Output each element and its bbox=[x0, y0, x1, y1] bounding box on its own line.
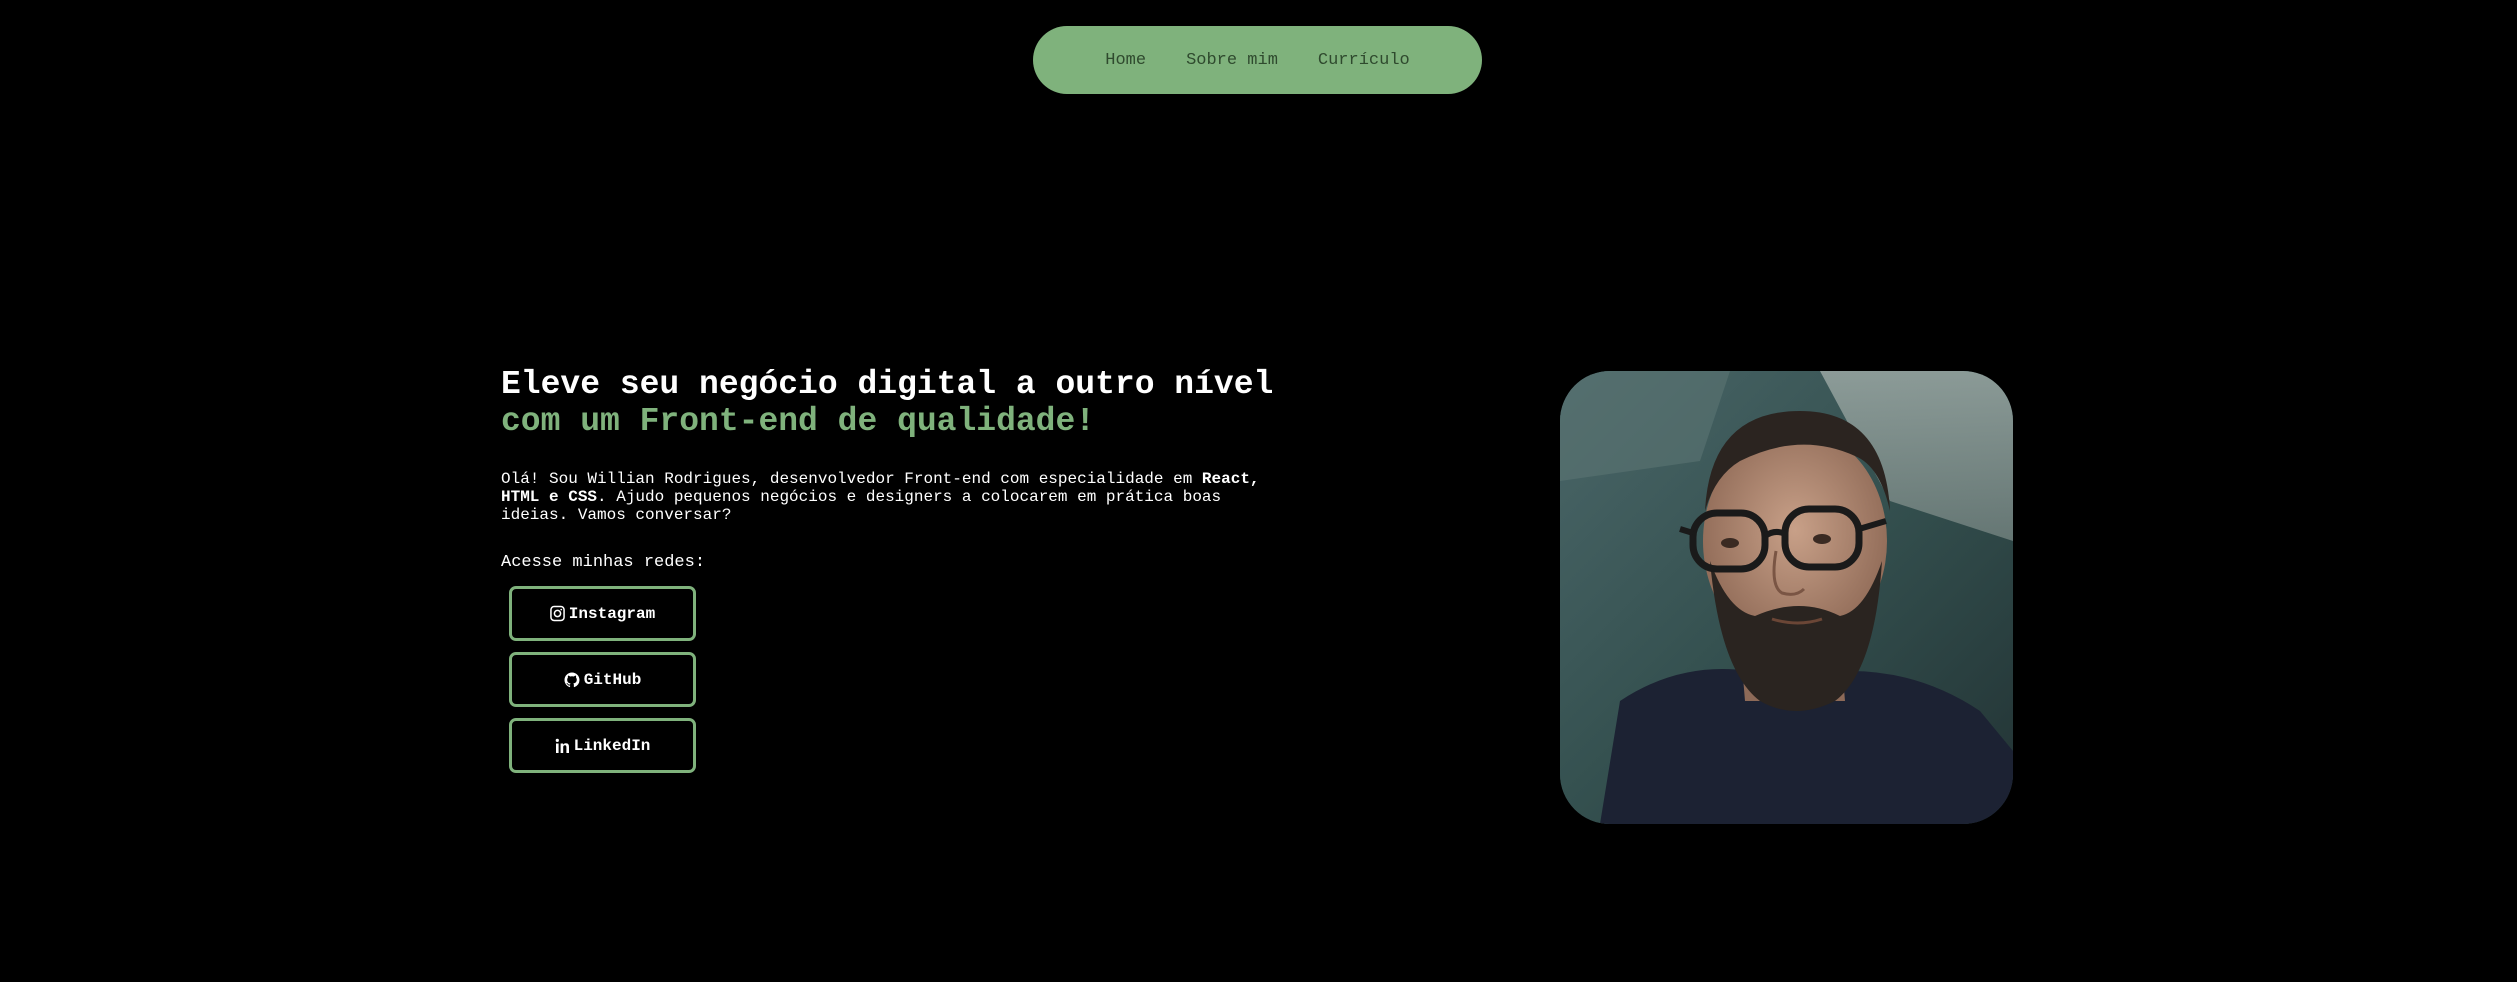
intro-text-2: . Ajudo pequenos negócios e designers a … bbox=[501, 488, 1222, 524]
instagram-button[interactable]: Instagram bbox=[509, 586, 696, 641]
intro-text-1: Olá! Sou Willian Rodrigues, desenvolvedo… bbox=[501, 470, 1202, 488]
nav-home-link[interactable]: Home bbox=[1105, 51, 1146, 70]
page: Home Sobre mim Currículo Eleve seu negóc… bbox=[0, 0, 2517, 982]
linkedin-label: LinkedIn bbox=[573, 736, 651, 755]
top-nav: Home Sobre mim Currículo bbox=[1033, 26, 1482, 94]
linkedin-button[interactable]: LinkedIn bbox=[509, 718, 696, 773]
github-icon bbox=[564, 672, 580, 687]
profile-photo bbox=[1560, 371, 2013, 824]
instagram-icon bbox=[549, 605, 565, 622]
linkedin-icon bbox=[555, 738, 569, 753]
intro-paragraph: Olá! Sou Willian Rodrigues, desenvolvedo… bbox=[501, 470, 1261, 524]
github-label: GitHub bbox=[583, 670, 642, 689]
headline-line-2: com um Front-end de qualidade! bbox=[501, 403, 1096, 440]
headline: Eleve seu negócio digital a outro nível … bbox=[501, 366, 1273, 440]
social-links: Instagram GitHub LinkedIn bbox=[509, 586, 1261, 773]
portrait-illustration bbox=[1560, 371, 2013, 824]
headline-line-1: Eleve seu negócio digital a outro nível bbox=[501, 366, 1274, 403]
social-label: Acesse minhas redes: bbox=[501, 553, 706, 572]
nav-about-link[interactable]: Sobre mim bbox=[1186, 51, 1278, 70]
instagram-label: Instagram bbox=[568, 604, 656, 623]
nav-resume-link[interactable]: Currículo bbox=[1318, 51, 1410, 70]
github-button[interactable]: GitHub bbox=[509, 652, 696, 707]
hero-section: Eleve seu negócio digital a outro nível … bbox=[501, 366, 1273, 773]
